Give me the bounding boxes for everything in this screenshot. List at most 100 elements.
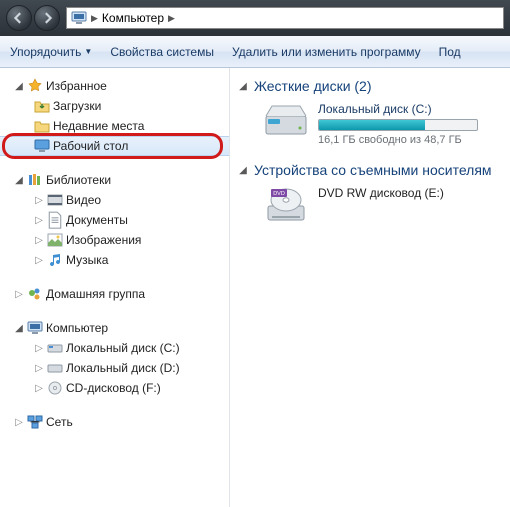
forward-button[interactable] (34, 5, 60, 31)
navigation-pane: ◢ Избранное Загрузки Недавние места Рабо… (0, 68, 230, 507)
drive-dvd-item[interactable]: DVD DVD RW дисковод (E:) (264, 186, 502, 224)
removable-header[interactable]: ◢ Устройства со съемными носителям (238, 162, 502, 178)
properties-label: Свойства системы (110, 45, 214, 59)
item-label: Локальный диск (D:) (66, 361, 180, 375)
capacity-bar (318, 119, 478, 131)
expand-icon[interactable]: ▷ (34, 383, 44, 394)
drive-icon (47, 340, 63, 356)
favorites-group: ◢ Избранное Загрузки Недавние места Рабо… (0, 76, 229, 156)
expand-icon[interactable]: ▷ (14, 417, 24, 428)
sidebar-item-desktop[interactable]: Рабочий стол (0, 136, 229, 156)
hard-drive-icon (264, 102, 308, 140)
capacity-fill (319, 120, 425, 130)
folder-icon (34, 98, 50, 114)
collapse-icon[interactable]: ◢ (238, 81, 248, 92)
collapse-icon[interactable]: ◢ (14, 81, 24, 92)
favorites-header[interactable]: ◢ Избранное (0, 76, 229, 96)
favorites-label: Избранное (46, 79, 107, 93)
homegroup-header[interactable]: ▷ Домашняя группа (0, 284, 229, 304)
content-pane: ◢ Жесткие диски (2) Локальный диск (C:) … (230, 68, 510, 507)
libraries-icon (27, 172, 43, 188)
homegroup-icon (27, 286, 43, 302)
chevron-right-icon: ▶ (91, 13, 98, 24)
collapse-icon[interactable]: ◢ (14, 175, 24, 186)
expand-icon[interactable]: ▷ (34, 195, 44, 206)
sidebar-item-drive-c[interactable]: ▷ Локальный диск (C:) (0, 338, 229, 358)
item-label: Рабочий стол (53, 139, 128, 153)
expand-icon[interactable]: ▷ (34, 363, 44, 374)
item-label: Недавние места (53, 119, 144, 133)
sidebar-item-drive-d[interactable]: ▷ Локальный диск (D:) (0, 358, 229, 378)
connect-label: Под (439, 45, 461, 59)
window-titlebar: ▶ Компьютер ▶ (0, 0, 510, 36)
item-label: Загрузки (53, 99, 101, 113)
folder-icon (34, 118, 50, 134)
drive-info: Локальный диск (C:) 16,1 ГБ свободно из … (318, 102, 478, 146)
computer-group: ◢ Компьютер ▷ Локальный диск (C:) ▷ Лока… (0, 318, 229, 398)
computer-header[interactable]: ◢ Компьютер (0, 318, 229, 338)
expand-icon[interactable]: ▷ (14, 289, 24, 300)
network-label: Сеть (46, 415, 73, 429)
item-label: CD-дисковод (F:) (66, 381, 161, 395)
chevron-right-icon: ▶ (168, 13, 175, 24)
star-icon (27, 78, 43, 94)
computer-icon (71, 11, 87, 25)
item-label: Изображения (66, 233, 141, 247)
homegroup-label: Домашняя группа (46, 287, 145, 301)
computer-label: Компьютер (46, 321, 108, 335)
toolbar: Упорядочить ▼ Свойства системы Удалить и… (0, 36, 510, 68)
sidebar-item-recent[interactable]: Недавние места (0, 116, 229, 136)
sidebar-item-music[interactable]: ▷ Музыка (0, 250, 229, 270)
item-label: Музыка (66, 253, 108, 267)
removable-header-label: Устройства со съемными носителям (254, 162, 492, 178)
expand-icon[interactable]: ▷ (34, 215, 44, 226)
desktop-icon (34, 138, 50, 154)
document-icon (47, 212, 63, 228)
item-label: Документы (66, 213, 128, 227)
drive-c-item[interactable]: Локальный диск (C:) 16,1 ГБ свободно из … (264, 102, 502, 146)
system-properties-button[interactable]: Свойства системы (110, 45, 214, 59)
capacity-text: 16,1 ГБ свободно из 48,7 ГБ (318, 134, 478, 146)
music-icon (47, 252, 63, 268)
libraries-group: ◢ Библиотеки ▷ Видео ▷ Документы ▷ Изобр… (0, 170, 229, 270)
sidebar-item-documents[interactable]: ▷ Документы (0, 210, 229, 230)
back-button[interactable] (6, 5, 32, 31)
computer-icon (27, 320, 43, 336)
drive-icon (47, 360, 63, 376)
sidebar-item-downloads[interactable]: Загрузки (0, 96, 229, 116)
network-group: ▷ Сеть (0, 412, 229, 432)
connect-button[interactable]: Под (439, 45, 461, 59)
sidebar-item-drive-f[interactable]: ▷ CD-дисковод (F:) (0, 378, 229, 398)
breadcrumb-root[interactable]: Компьютер (102, 11, 164, 25)
network-header[interactable]: ▷ Сеть (0, 412, 229, 432)
network-icon (27, 414, 43, 430)
item-label: Видео (66, 193, 101, 207)
expand-icon[interactable]: ▷ (34, 255, 44, 266)
video-icon (47, 192, 63, 208)
dvd-drive-icon: DVD (264, 186, 308, 224)
collapse-icon[interactable]: ◢ (238, 165, 248, 176)
uninstall-label: Удалить или изменить программу (232, 45, 421, 59)
sidebar-item-pictures[interactable]: ▷ Изображения (0, 230, 229, 250)
hdd-header-label: Жесткие диски (2) (254, 78, 372, 94)
picture-icon (47, 232, 63, 248)
dvd-badge: DVD (273, 191, 285, 197)
chevron-down-icon: ▼ (84, 47, 92, 56)
libraries-header[interactable]: ◢ Библиотеки (0, 170, 229, 190)
expand-icon[interactable]: ▷ (34, 343, 44, 354)
libraries-label: Библиотеки (46, 173, 111, 187)
address-bar[interactable]: ▶ Компьютер ▶ (66, 7, 504, 29)
collapse-icon[interactable]: ◢ (14, 323, 24, 334)
sidebar-item-videos[interactable]: ▷ Видео (0, 190, 229, 210)
organize-menu[interactable]: Упорядочить ▼ (10, 45, 92, 59)
item-label: Локальный диск (C:) (66, 341, 180, 355)
hard-drives-header[interactable]: ◢ Жесткие диски (2) (238, 78, 502, 94)
organize-label: Упорядочить (10, 45, 81, 59)
drive-name: DVD RW дисковод (E:) (318, 186, 444, 200)
uninstall-program-button[interactable]: Удалить или изменить программу (232, 45, 421, 59)
nav-buttons (6, 5, 60, 31)
expand-icon[interactable]: ▷ (34, 235, 44, 246)
drive-info: DVD RW дисковод (E:) (318, 186, 444, 224)
disc-icon (47, 380, 63, 396)
homegroup-group: ▷ Домашняя группа (0, 284, 229, 304)
